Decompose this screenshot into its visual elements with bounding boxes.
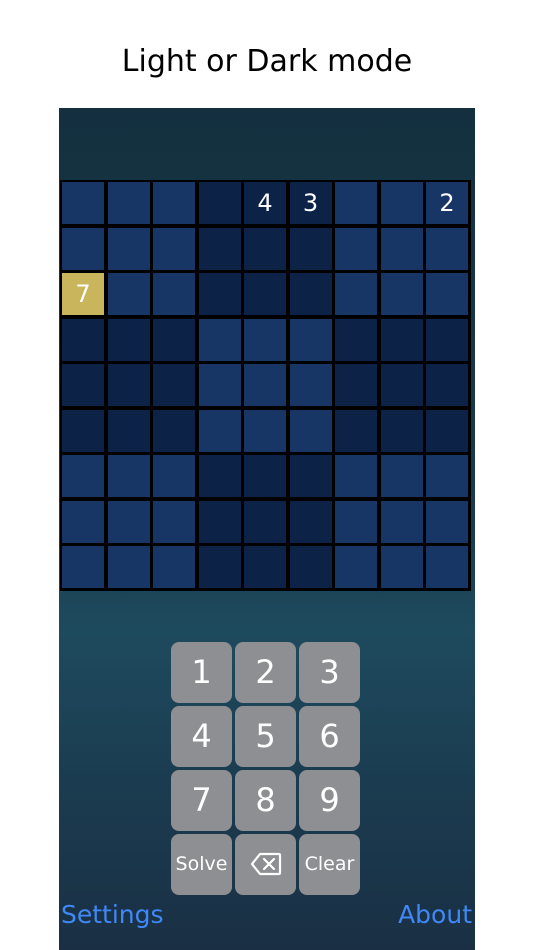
grid-cell[interactable] (198, 546, 241, 588)
grid-cell[interactable] (289, 273, 332, 315)
grid-cell[interactable] (426, 500, 468, 543)
app-screen: 4327 Solve Clear 123456789 Settings Abou… (59, 108, 475, 950)
grid-cell[interactable] (62, 182, 104, 224)
grid-cell[interactable] (107, 364, 150, 406)
grid-cell[interactable] (153, 409, 195, 452)
grid-cell[interactable] (198, 455, 241, 497)
grid-cell[interactable] (153, 500, 195, 543)
grid-cell[interactable] (335, 455, 377, 497)
grid-cell[interactable] (335, 273, 377, 315)
grid-cell[interactable] (426, 455, 468, 497)
grid-cell[interactable] (107, 182, 150, 224)
grid-cell[interactable]: 3 (289, 182, 332, 224)
grid-cell[interactable] (289, 500, 332, 543)
grid-cell[interactable] (335, 409, 377, 452)
grid-cell[interactable] (107, 227, 150, 270)
grid-cell[interactable] (198, 500, 241, 543)
grid-cell[interactable] (289, 227, 332, 270)
grid-cell[interactable] (380, 182, 423, 224)
grid-cell[interactable] (244, 546, 286, 588)
grid-cell[interactable] (289, 546, 332, 588)
grid-cell[interactable] (244, 318, 286, 361)
number-key[interactable]: 4 (171, 706, 232, 767)
grid-cell[interactable] (107, 455, 150, 497)
grid-cell[interactable] (153, 455, 195, 497)
grid-cell[interactable] (62, 455, 104, 497)
grid-cell[interactable] (335, 364, 377, 406)
grid-cell[interactable] (62, 409, 104, 452)
grid-cell[interactable] (289, 364, 332, 406)
grid-cell[interactable] (244, 409, 286, 452)
grid-cell[interactable] (198, 227, 241, 270)
grid-cell[interactable] (198, 182, 241, 224)
grid-cell[interactable] (244, 364, 286, 406)
grid-cell[interactable] (289, 318, 332, 361)
grid-cell[interactable]: 2 (426, 182, 468, 224)
grid-cell[interactable] (153, 546, 195, 588)
grid-cell[interactable] (153, 273, 195, 315)
grid-cell[interactable] (335, 500, 377, 543)
number-key[interactable]: 3 (299, 642, 360, 703)
grid-cell[interactable] (426, 546, 468, 588)
grid-cell[interactable] (62, 546, 104, 588)
grid-cell[interactable] (380, 409, 423, 452)
sudoku-grid: 43 2 7 (60, 180, 471, 591)
grid-cell[interactable] (380, 364, 423, 406)
number-key[interactable]: 9 (299, 770, 360, 831)
grid-cell[interactable] (244, 500, 286, 543)
grid-cell[interactable] (198, 409, 241, 452)
grid-cell[interactable] (426, 364, 468, 406)
grid-cell[interactable]: 4 (244, 182, 286, 224)
grid-cell[interactable] (380, 546, 423, 588)
number-key[interactable]: 5 (235, 706, 296, 767)
grid-cell[interactable] (335, 227, 377, 270)
settings-link[interactable]: Settings (61, 900, 164, 929)
grid-cell[interactable] (426, 273, 468, 315)
grid-cell[interactable] (380, 318, 423, 361)
number-key[interactable]: 7 (171, 770, 232, 831)
grid-cell[interactable] (198, 273, 241, 315)
grid-cell[interactable] (380, 455, 423, 497)
number-keypad: Solve Clear 123 456 789 (171, 642, 363, 898)
grid-cell[interactable] (62, 364, 104, 406)
grid-cell[interactable] (153, 227, 195, 270)
grid-cell[interactable] (198, 318, 241, 361)
grid-cell[interactable] (426, 409, 468, 452)
grid-cell[interactable] (335, 318, 377, 361)
grid-cell[interactable] (153, 182, 195, 224)
grid-cell[interactable] (380, 227, 423, 270)
grid-cell[interactable] (107, 273, 150, 315)
grid-cell[interactable] (107, 318, 150, 361)
grid-cell[interactable] (107, 500, 150, 543)
grid-cell[interactable] (244, 273, 286, 315)
grid-cell[interactable] (335, 546, 377, 588)
backspace-button[interactable] (235, 834, 296, 895)
grid-cell[interactable] (153, 318, 195, 361)
number-key[interactable]: 8 (235, 770, 296, 831)
grid-cell[interactable]: 7 (62, 273, 104, 315)
grid-cell[interactable] (426, 227, 468, 270)
grid-cell[interactable] (62, 227, 104, 270)
number-key[interactable]: 1 (171, 642, 232, 703)
grid-cell[interactable] (62, 500, 104, 543)
grid-cell[interactable] (107, 409, 150, 452)
number-key[interactable]: 6 (299, 706, 360, 767)
grid-cell[interactable] (289, 409, 332, 452)
grid-cell[interactable] (289, 455, 332, 497)
caption-title: Light or Dark mode (121, 44, 413, 79)
grid-cell[interactable] (380, 273, 423, 315)
grid-cell[interactable] (244, 455, 286, 497)
clear-button[interactable]: Clear (299, 834, 360, 895)
solve-button[interactable]: Solve (171, 834, 232, 895)
grid-cell[interactable] (153, 364, 195, 406)
about-link[interactable]: About (398, 900, 472, 929)
grid-cell[interactable] (107, 546, 150, 588)
number-key[interactable]: 2 (235, 642, 296, 703)
grid-cell[interactable] (426, 318, 468, 361)
grid-cell[interactable] (198, 364, 241, 406)
grid-cell[interactable] (335, 182, 377, 224)
grid-cell[interactable] (380, 500, 423, 543)
grid-cell[interactable] (244, 227, 286, 270)
grid-cell[interactable] (62, 318, 104, 361)
